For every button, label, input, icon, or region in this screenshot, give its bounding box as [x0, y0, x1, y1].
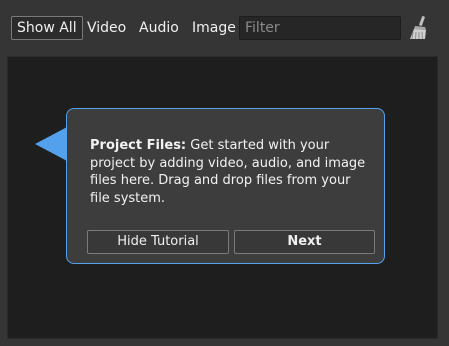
tutorial-pointer-arrow	[35, 126, 69, 162]
broom-icon[interactable]	[406, 15, 430, 41]
tutorial-text: Project Files: Get started with your pro…	[90, 137, 372, 207]
filter-video-button[interactable]: Video	[82, 16, 131, 40]
tutorial-title: Project Files:	[90, 138, 187, 153]
filter-search-input[interactable]	[239, 16, 401, 40]
project-files-window: Show All Video Audio Image Project Files…	[0, 0, 449, 346]
filter-audio-button[interactable]: Audio	[134, 16, 184, 40]
next-button[interactable]: Next	[234, 230, 375, 254]
hide-tutorial-button[interactable]: Hide Tutorial	[87, 230, 229, 254]
filter-show-all-button[interactable]: Show All	[11, 16, 83, 40]
filter-image-button[interactable]: Image	[187, 16, 241, 40]
filter-toolbar: Show All Video Audio Image	[0, 0, 449, 56]
tutorial-popup: Project Files: Get started with your pro…	[66, 108, 385, 264]
